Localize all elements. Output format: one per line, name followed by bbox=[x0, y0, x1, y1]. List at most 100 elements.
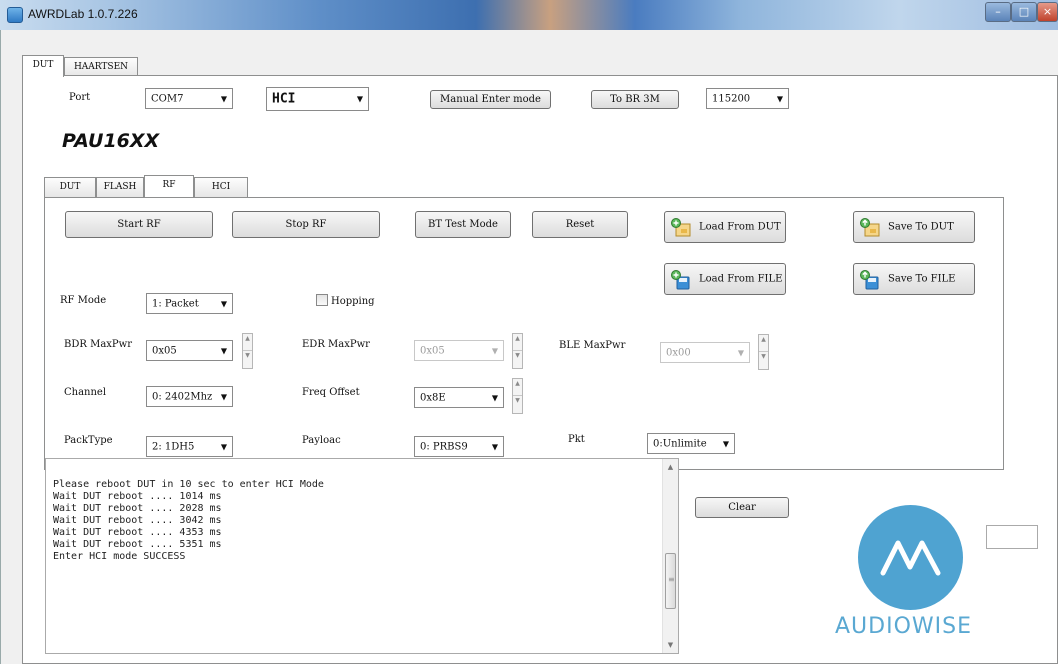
freq-offset-value: 0x8E bbox=[420, 392, 446, 403]
chevron-down-icon: ▼ bbox=[220, 346, 227, 355]
mode-select[interactable]: HCI ▼ bbox=[266, 87, 369, 111]
chevron-down-icon: ▼ bbox=[220, 94, 227, 103]
pkt-value: 0:Unlimite bbox=[653, 438, 707, 449]
manual-enter-mode-button[interactable]: Manual Enter mode bbox=[430, 90, 551, 109]
save-to-dut-label: Save To DUT bbox=[888, 221, 954, 233]
port-select[interactable]: COM7 ▼ bbox=[145, 88, 233, 109]
port-value: COM7 bbox=[151, 93, 184, 104]
subtab-flash[interactable]: FLASH bbox=[96, 177, 144, 197]
subtab-hci[interactable]: HCI bbox=[194, 177, 248, 197]
save-to-file-label: Save To FILE bbox=[888, 273, 956, 285]
rf-mode-value: 1: Packet bbox=[152, 298, 199, 309]
chevron-down-icon: ▼ bbox=[491, 346, 498, 355]
port-label: Port bbox=[69, 92, 91, 103]
stop-rf-button[interactable]: Stop RF bbox=[232, 211, 380, 238]
ble-maxpwr-value: 0x00 bbox=[666, 347, 691, 358]
app-icon bbox=[7, 7, 23, 23]
window-title: AWRDLab 1.0.7.226 bbox=[28, 7, 138, 21]
ble-maxpwr-label: BLE MaxPwr bbox=[559, 340, 626, 351]
save-to-dut-button[interactable]: Save To DUT bbox=[853, 211, 975, 243]
spin-up-icon[interactable]: ▲ bbox=[513, 379, 522, 396]
chevron-down-icon: ▼ bbox=[356, 94, 363, 104]
payload-value: 0: PRBS9 bbox=[420, 441, 468, 452]
subtab-rf[interactable]: RF bbox=[144, 175, 194, 197]
channel-label: Channel bbox=[64, 387, 107, 398]
chevron-down-icon: ▼ bbox=[737, 348, 744, 357]
log-scrollbar[interactable]: ▲ ≡ ▼ bbox=[662, 459, 678, 653]
chevron-down-icon: ▼ bbox=[491, 393, 498, 402]
bdr-maxpwr-spinner[interactable]: ▲ ▼ bbox=[242, 333, 253, 369]
load-from-file-label: Load From FILE bbox=[699, 273, 783, 285]
ble-maxpwr-spinner[interactable]: ▲ ▼ bbox=[758, 334, 769, 370]
log-console[interactable]: Please reboot DUT in 10 sec to enter HCI… bbox=[45, 458, 679, 654]
maximize-button[interactable]: □ bbox=[1011, 2, 1037, 22]
packtype-select[interactable]: 2: 1DH5 ▼ bbox=[146, 436, 233, 457]
scroll-down-icon[interactable]: ▼ bbox=[663, 637, 678, 653]
device-name: PAU16XX bbox=[62, 130, 160, 152]
status-box bbox=[986, 525, 1038, 549]
title-bar: AWRDLab 1.0.7.226 – □ × bbox=[0, 0, 1058, 30]
channel-value: 0: 2402Mhz bbox=[152, 391, 213, 402]
chevron-down-icon: ▼ bbox=[491, 442, 498, 451]
load-from-file-button[interactable]: Load From FILE bbox=[664, 263, 786, 295]
bdr-maxpwr-value: 0x05 bbox=[152, 345, 177, 356]
reset-button[interactable]: Reset bbox=[532, 211, 628, 238]
hopping-label: Hopping bbox=[331, 296, 375, 307]
chevron-down-icon: ▼ bbox=[220, 392, 227, 401]
clear-button[interactable]: Clear bbox=[695, 497, 789, 518]
log-text: Please reboot DUT in 10 sec to enter HCI… bbox=[53, 479, 324, 562]
hopping-checkbox[interactable] bbox=[316, 294, 328, 306]
packtype-value: 2: 1DH5 bbox=[152, 441, 195, 452]
chevron-down-icon: ▼ bbox=[722, 439, 729, 448]
spin-up-icon[interactable]: ▲ bbox=[759, 335, 768, 352]
bt-test-mode-button[interactable]: BT Test Mode bbox=[415, 211, 511, 238]
scroll-thumb[interactable]: ≡ bbox=[665, 553, 676, 609]
freq-offset-spinner[interactable]: ▲ ▼ bbox=[512, 378, 523, 414]
edr-maxpwr-select[interactable]: 0x05 ▼ bbox=[414, 340, 504, 361]
chevron-down-icon: ▼ bbox=[220, 442, 227, 451]
load-from-dut-icon bbox=[671, 218, 691, 237]
freq-offset-label: Freq Offset bbox=[302, 387, 360, 398]
spin-down-icon[interactable]: ▼ bbox=[513, 396, 522, 413]
load-from-file-icon bbox=[671, 270, 690, 290]
scroll-up-icon[interactable]: ▲ bbox=[663, 459, 678, 475]
baud-select[interactable]: 115200 ▼ bbox=[706, 88, 789, 109]
spin-down-icon[interactable]: ▼ bbox=[243, 351, 252, 368]
chevron-down-icon: ▼ bbox=[776, 94, 783, 103]
bdr-maxpwr-select[interactable]: 0x05 ▼ bbox=[146, 340, 233, 361]
load-from-dut-button[interactable]: Load From DUT bbox=[664, 211, 786, 243]
brand-name: AUDIOWISE bbox=[835, 614, 973, 639]
to-br-3m-button[interactable]: To BR 3M bbox=[591, 90, 679, 109]
tab-haartsen[interactable]: HAARTSEN bbox=[64, 57, 138, 77]
save-to-file-button[interactable]: Save To FILE bbox=[853, 263, 975, 295]
bdr-maxpwr-label: BDR MaxPwr bbox=[64, 339, 132, 350]
logo-mark-icon bbox=[880, 540, 941, 576]
spin-down-icon[interactable]: ▼ bbox=[759, 352, 768, 369]
tab-dut[interactable]: DUT bbox=[22, 55, 64, 77]
packtype-label: PackType bbox=[64, 435, 113, 446]
rf-mode-select[interactable]: 1: Packet ▼ bbox=[146, 293, 233, 314]
freq-offset-select[interactable]: 0x8E ▼ bbox=[414, 387, 504, 408]
save-to-dut-icon bbox=[860, 218, 880, 237]
mode-value: HCI bbox=[272, 91, 296, 107]
load-from-dut-label: Load From DUT bbox=[699, 221, 781, 233]
payload-select[interactable]: 0: PRBS9 ▼ bbox=[414, 436, 504, 457]
ble-maxpwr-select[interactable]: 0x00 ▼ bbox=[660, 342, 750, 363]
spin-up-icon[interactable]: ▲ bbox=[243, 334, 252, 351]
chevron-down-icon: ▼ bbox=[220, 299, 227, 308]
minimize-button[interactable]: – bbox=[985, 2, 1011, 22]
start-rf-button[interactable]: Start RF bbox=[65, 211, 213, 238]
edr-maxpwr-label: EDR MaxPwr bbox=[302, 339, 370, 350]
audiowise-logo bbox=[858, 505, 963, 610]
pkt-select[interactable]: 0:Unlimite ▼ bbox=[647, 433, 735, 454]
pkt-label: Pkt bbox=[568, 434, 585, 445]
channel-select[interactable]: 0: 2402Mhz ▼ bbox=[146, 386, 233, 407]
close-button[interactable]: × bbox=[1037, 2, 1058, 22]
edr-maxpwr-spinner[interactable]: ▲ ▼ bbox=[512, 333, 523, 369]
spin-up-icon[interactable]: ▲ bbox=[513, 334, 522, 351]
subtab-dut[interactable]: DUT bbox=[44, 177, 96, 197]
spin-down-icon[interactable]: ▼ bbox=[513, 351, 522, 368]
save-to-file-icon bbox=[860, 270, 879, 290]
baud-value: 115200 bbox=[712, 93, 751, 104]
rf-mode-label: RF Mode bbox=[60, 295, 107, 306]
